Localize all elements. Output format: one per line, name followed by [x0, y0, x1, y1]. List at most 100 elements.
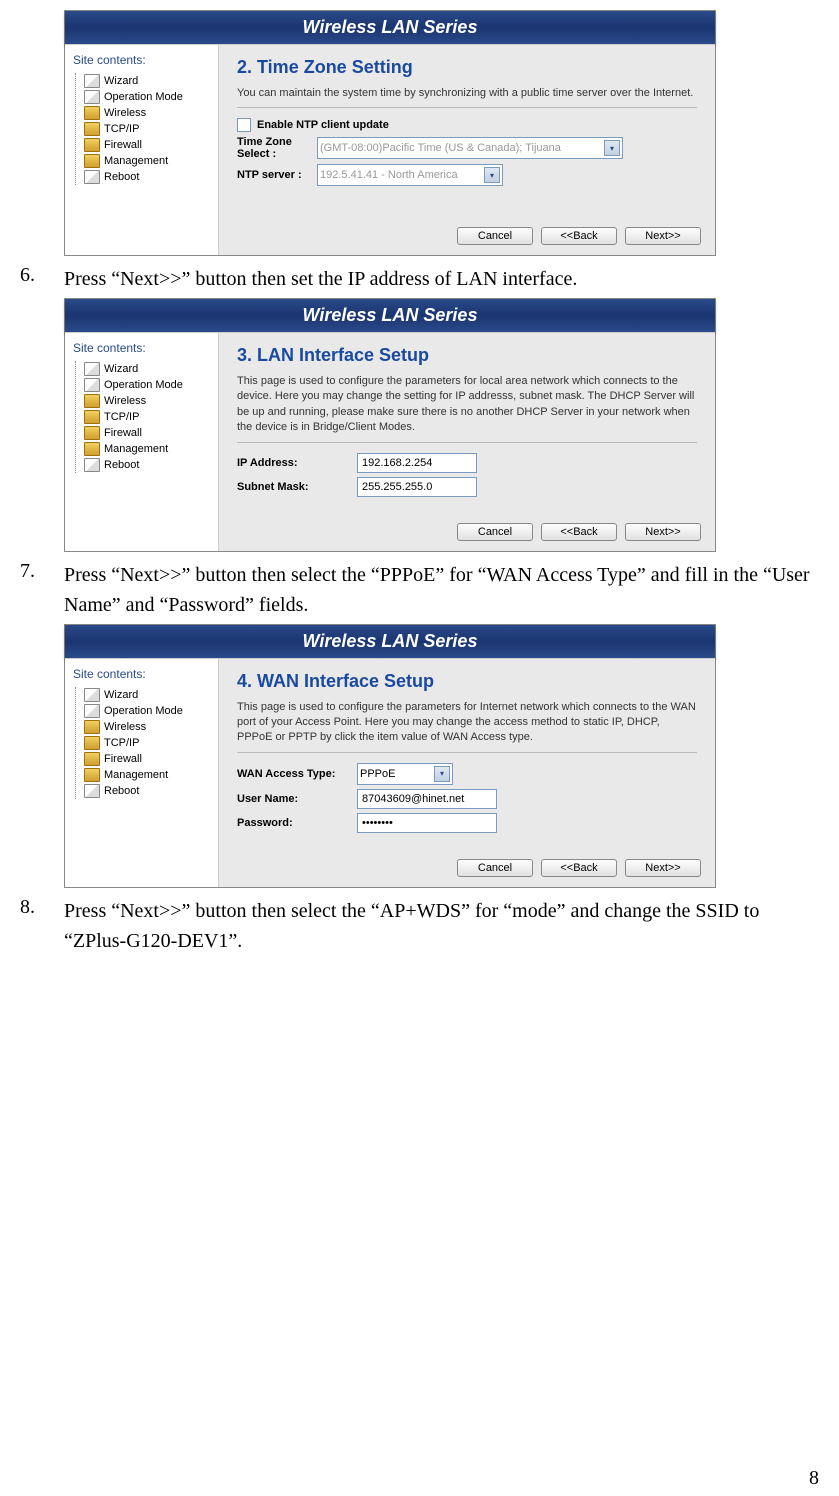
step-text: Press “Next>>” button then select the “A…: [64, 896, 820, 956]
sidebar-item-label: Operation Mode: [104, 91, 183, 103]
timezone-select[interactable]: (GMT-08:00)Pacific Time (US & Canada); T…: [317, 137, 623, 159]
timezone-label: Time Zone Select :: [237, 136, 317, 160]
sidebar-item-label: Firewall: [104, 427, 142, 439]
app-title: Wireless LAN Series: [65, 299, 715, 333]
step-number: 6.: [20, 264, 64, 287]
divider: [237, 442, 697, 443]
sidebar-item[interactable]: Reboot: [78, 783, 214, 799]
folder-icon: [84, 154, 100, 168]
cancel-button[interactable]: Cancel: [457, 859, 533, 877]
sidebar-item-label: Operation Mode: [104, 705, 183, 717]
back-button[interactable]: <<Back: [541, 523, 617, 541]
sidebar-item[interactable]: Management: [78, 767, 214, 783]
nav-tree: Wizard Operation Mode WirelessTCP/IPFirewa…: [75, 687, 214, 799]
sidebar-item-label: Wizard: [104, 75, 138, 87]
content-area: 2. Time Zone Setting You can maintain th…: [219, 45, 715, 255]
ntp-row: NTP server : 192.5.41.41 - North America…: [237, 164, 697, 186]
app-title: Wireless LAN Series: [65, 625, 715, 659]
panel-body: Site contents: Wizard Operation Mode Wirel…: [65, 659, 715, 887]
ip-input[interactable]: [357, 453, 477, 473]
sidebar-item[interactable]: Wireless: [78, 105, 214, 121]
back-button[interactable]: <<Back: [541, 859, 617, 877]
folder-icon: [84, 138, 100, 152]
page-icon: [84, 90, 100, 104]
wan-type-select[interactable]: PPPoE ▾: [357, 763, 453, 785]
step-8: 8. Press “Next>>” button then select the…: [20, 896, 820, 956]
username-input[interactable]: [357, 789, 497, 809]
folder-icon: [84, 720, 100, 734]
nav-tree: Wizard Operation Mode Wireless TCP/IP Firewa…: [75, 361, 214, 473]
sidebar-item[interactable]: Operation Mode: [78, 377, 214, 393]
sidebar-item[interactable]: Wireless: [78, 393, 214, 409]
sidebar-item[interactable]: Firewall: [78, 425, 214, 441]
cancel-button[interactable]: Cancel: [457, 227, 533, 245]
screenshot-lan: Wireless LAN Series Site contents: Wizar…: [64, 298, 716, 552]
page-icon: [84, 704, 100, 718]
sidebar-item-label: Operation Mode: [104, 379, 183, 391]
button-row: Cancel <<Back Next>>: [457, 523, 701, 541]
sidebar-item[interactable]: Firewall: [78, 137, 214, 153]
nav-tree: Wizard Operation Mode Wireless TCP/IPFirewa…: [75, 73, 214, 185]
password-input[interactable]: [357, 813, 497, 833]
sidebar: Site contents: Wizard Operation Mode Wirel…: [65, 659, 219, 887]
panel-body: Site contents: Wizard Operation Mode Wirel…: [65, 45, 715, 255]
wan-type-row: WAN Access Type: PPPoE ▾: [237, 763, 697, 785]
sidebar-item[interactable]: TCP/IP: [78, 409, 214, 425]
button-row: Cancel <<Back Next>>: [457, 227, 701, 245]
sidebar-item-label: Management: [104, 769, 168, 781]
sidebar-item[interactable]: Management: [78, 441, 214, 457]
sidebar: Site contents: WizardOperation ModeWirel…: [65, 333, 219, 551]
sidebar-item-label: Wireless: [104, 107, 146, 119]
section-title: 4. WAN Interface Setup: [237, 671, 697, 692]
ntp-select[interactable]: 192.5.41.41 - North America ▾: [317, 164, 503, 186]
sidebar-title: Site contents:: [69, 667, 214, 681]
sidebar-item[interactable]: Reboot: [78, 457, 214, 473]
ntp-label: NTP server :: [237, 169, 317, 181]
sidebar-item[interactable]: Wireless: [78, 719, 214, 735]
sidebar-item[interactable]: TCP/IP: [78, 121, 214, 137]
sidebar-item[interactable]: Wizard: [78, 361, 214, 377]
sidebar-item-label: Reboot: [104, 785, 139, 797]
sidebar-item-label: Management: [104, 443, 168, 455]
wan-type-label: WAN Access Type:: [237, 768, 357, 780]
ip-row: IP Address:: [237, 453, 697, 473]
sidebar-item-label: Wireless: [104, 395, 146, 407]
sidebar-item-label: Reboot: [104, 171, 139, 183]
enable-ntp-checkbox[interactable]: [237, 118, 251, 132]
cancel-button[interactable]: Cancel: [457, 523, 533, 541]
sidebar-title: Site contents:: [69, 53, 214, 67]
folder-icon: [84, 736, 100, 750]
page-icon: [84, 362, 100, 376]
app-title: Wireless LAN Series: [65, 11, 715, 45]
sidebar-item[interactable]: Operation Mode: [78, 703, 214, 719]
section-title: 2. Time Zone Setting: [237, 57, 697, 78]
enable-ntp-label: Enable NTP client update: [257, 119, 389, 131]
sidebar-item[interactable]: Reboot: [78, 169, 214, 185]
sidebar-item[interactable]: Wizard: [78, 73, 214, 89]
screenshot-wan: Wireless LAN Series Site contents: Wizar…: [64, 624, 716, 888]
sidebar-item[interactable]: Management: [78, 153, 214, 169]
sidebar-item[interactable]: Operation Mode: [78, 89, 214, 105]
section-title: 3. LAN Interface Setup: [237, 345, 697, 366]
chevron-down-icon: ▾: [434, 766, 450, 782]
timezone-row: Time Zone Select : (GMT-08:00)Pacific Ti…: [237, 136, 697, 160]
next-button[interactable]: Next>>: [625, 227, 701, 245]
password-label: Password:: [237, 817, 357, 829]
content-area: 4. WAN Interface Setup This page is used…: [219, 659, 715, 887]
next-button[interactable]: Next>>: [625, 859, 701, 877]
step-number: 7.: [20, 560, 64, 583]
back-button[interactable]: <<Back: [541, 227, 617, 245]
step-text: Press “Next>>” button then set the IP ad…: [64, 264, 820, 294]
sidebar-item[interactable]: Firewall: [78, 751, 214, 767]
sidebar-item[interactable]: TCP/IP: [78, 735, 214, 751]
sidebar-item-label: Wizard: [104, 689, 138, 701]
step-text: Press “Next>>” button then select the “P…: [64, 560, 820, 620]
sidebar-item[interactable]: Wizard: [78, 687, 214, 703]
folder-icon: [84, 122, 100, 136]
chevron-down-icon: ▾: [604, 140, 620, 156]
next-button[interactable]: Next>>: [625, 523, 701, 541]
username-row: User Name:: [237, 789, 697, 809]
step-number: 8.: [20, 896, 64, 919]
mask-input[interactable]: [357, 477, 477, 497]
sidebar-item-label: Reboot: [104, 459, 139, 471]
